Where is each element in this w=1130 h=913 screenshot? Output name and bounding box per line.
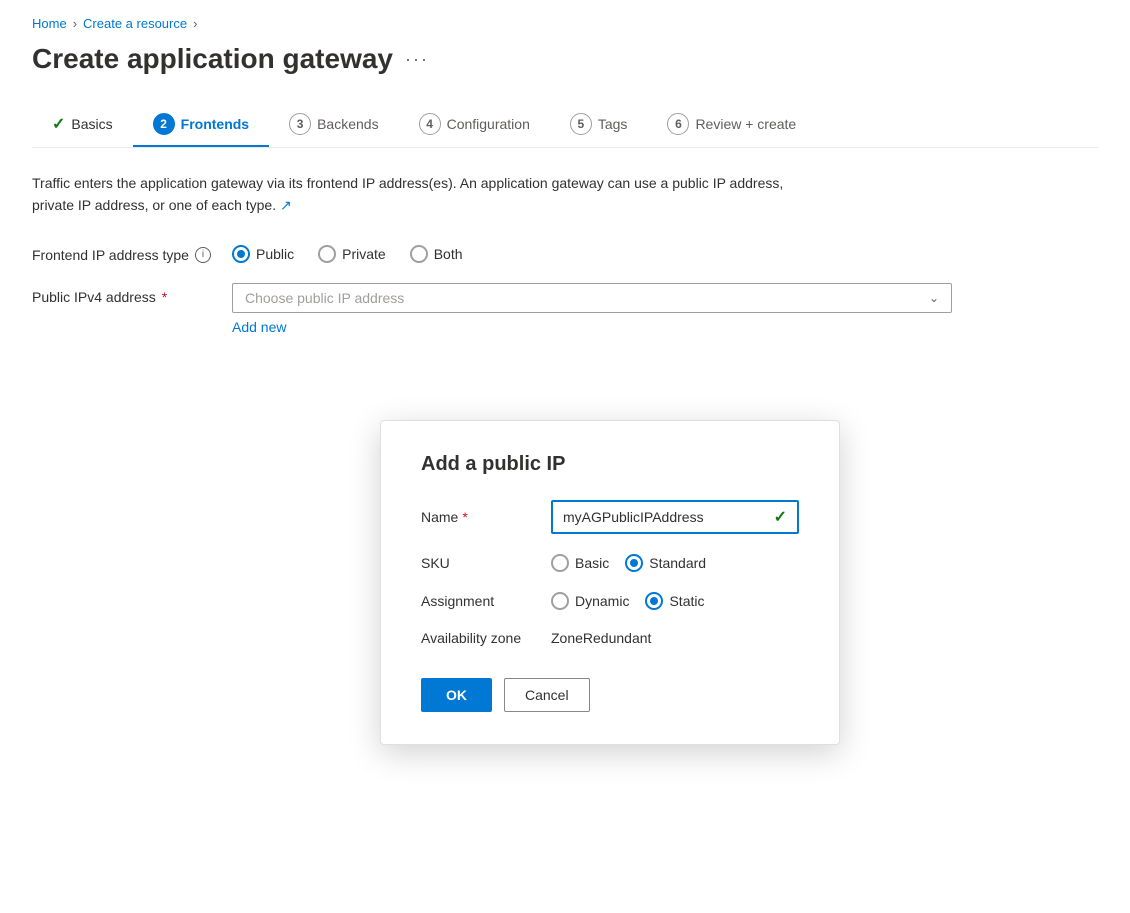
public-ipv4-dropdown[interactable]: Choose public IP address ⌄ [232,283,952,313]
dialog-availability-zone-control: ZoneRedundant [551,630,799,646]
tab-tags[interactable]: 5 Tags [550,103,648,147]
radio-public[interactable]: Public [232,245,294,263]
tab-bar: ✓ Basics 2 Frontends 3 Backends 4 Config… [32,103,1098,148]
dialog-sku-control: Basic Standard [551,554,799,572]
section-description: Traffic enters the application gateway v… [32,172,812,217]
frontend-ip-info-icon[interactable]: i [195,247,211,263]
frontend-ip-label: Frontend IP address type i [32,241,232,263]
description-text: Traffic enters the application gateway v… [32,175,783,213]
dialog-name-label: Name * [421,509,551,525]
page-title-row: Create application gateway ··· [32,43,1098,75]
dialog-availability-zone-field: Availability zone ZoneRedundant [421,630,799,646]
assignment-dynamic-circle [551,592,569,610]
dialog-assignment-field: Assignment Dynamic Static [421,592,799,610]
public-ipv4-control: Choose public IP address ⌄ Add new [232,283,1098,335]
dialog-name-value: myAGPublicIPAddress [563,509,704,525]
public-ipv4-required-star: * [162,289,167,305]
dialog-sku-field: SKU Basic Standard [421,554,799,572]
dialog-buttons: OK Cancel [421,678,799,712]
sku-radio-standard[interactable]: Standard [625,554,706,572]
radio-both[interactable]: Both [410,245,463,263]
radio-private-label: Private [342,246,386,262]
frontend-ip-control: Public Private Both [232,241,1098,263]
tab-backends-label: Backends [317,116,378,132]
tab-frontends-label: Frontends [181,116,249,132]
modal-overlay: Add a public IP Name * myAGPublicIPAddre… [380,420,840,745]
assignment-static-label: Static [669,593,704,609]
radio-private[interactable]: Private [318,245,386,263]
basics-check-icon: ✓ [52,114,65,134]
dialog-sku-label: SKU [421,555,551,571]
dialog-availability-zone-label: Availability zone [421,630,551,646]
tab-configuration[interactable]: 4 Configuration [399,103,550,147]
dialog-name-required-star: * [462,509,467,525]
more-options-icon[interactable]: ··· [405,49,429,70]
tab-review-create[interactable]: 6 Review + create [647,103,816,147]
sku-basic-circle [551,554,569,572]
description-link[interactable]: ↗ [280,197,292,213]
tab-frontends[interactable]: 2 Frontends [133,103,269,147]
dialog-assignment-control: Dynamic Static [551,592,799,610]
frontends-step-circle: 2 [153,113,175,135]
sku-standard-label: Standard [649,555,706,571]
dialog-name-control: myAGPublicIPAddress ✓ [551,500,799,534]
breadcrumb: Home › Create a resource › [32,16,1098,31]
sku-basic-label: Basic [575,555,609,571]
availability-zone-value: ZoneRedundant [551,630,651,646]
assignment-static-dot [650,597,658,605]
dialog-assignment-label: Assignment [421,593,551,609]
breadcrumb-sep2: › [193,16,197,31]
public-ipv4-label: Public IPv4 address * [32,283,232,305]
tab-tags-label: Tags [598,116,628,132]
sku-radio-group: Basic Standard [551,554,799,572]
assignment-dynamic-label: Dynamic [575,593,629,609]
dialog-name-field: Name * myAGPublicIPAddress ✓ [421,500,799,534]
dialog-name-input[interactable]: myAGPublicIPAddress ✓ [551,500,799,534]
public-ipv4-field: Public IPv4 address * Choose public IP a… [32,283,1098,335]
sku-standard-dot [630,559,638,567]
tab-backends[interactable]: 3 Backends [269,103,398,147]
sku-radio-basic[interactable]: Basic [551,554,609,572]
assignment-radio-group: Dynamic Static [551,592,799,610]
radio-private-circle [318,245,336,263]
breadcrumb-home[interactable]: Home [32,16,67,31]
radio-public-dot [237,250,245,258]
frontend-ip-radio-group: Public Private Both [232,241,1098,263]
assignment-static-circle [645,592,663,610]
radio-public-circle [232,245,250,263]
radio-both-label: Both [434,246,463,262]
name-valid-check-icon: ✓ [774,507,787,527]
add-new-link[interactable]: Add new [232,319,286,335]
tab-configuration-label: Configuration [447,116,530,132]
dialog-ok-button[interactable]: OK [421,678,492,712]
frontend-ip-field: Frontend IP address type i Public Privat… [32,241,1098,263]
radio-both-circle [410,245,428,263]
tab-review-create-label: Review + create [695,116,796,132]
review-create-step-circle: 6 [667,113,689,135]
tab-basics-label: Basics [71,116,112,132]
add-public-ip-dialog: Add a public IP Name * myAGPublicIPAddre… [380,420,840,745]
tags-step-circle: 5 [570,113,592,135]
page-title: Create application gateway [32,43,393,75]
backends-step-circle: 3 [289,113,311,135]
sku-standard-circle [625,554,643,572]
assignment-radio-dynamic[interactable]: Dynamic [551,592,629,610]
assignment-radio-static[interactable]: Static [645,592,704,610]
chevron-down-icon: ⌄ [929,291,939,305]
breadcrumb-create-resource[interactable]: Create a resource [83,16,187,31]
breadcrumb-sep1: › [73,16,77,31]
public-ipv4-placeholder: Choose public IP address [245,290,404,306]
configuration-step-circle: 4 [419,113,441,135]
dialog-title: Add a public IP [421,453,799,476]
tab-basics[interactable]: ✓ Basics [32,104,133,146]
radio-public-label: Public [256,246,294,262]
dialog-cancel-button[interactable]: Cancel [504,678,590,712]
